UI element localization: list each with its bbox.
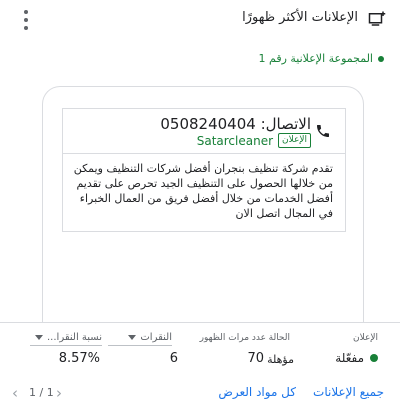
ctr-value: 8.57% — [58, 351, 100, 366]
chevron-left-icon[interactable]: ‹ — [12, 384, 18, 402]
impressions-column-header: عدد مرات الظهور — [199, 333, 266, 343]
phone-icon — [317, 125, 329, 137]
state-column-header: الحالة — [268, 333, 290, 343]
impressions-value: 70 — [247, 351, 264, 366]
ad-group-name: المجموعة الإعلانية رقم 1 — [258, 52, 374, 65]
ad-preview-card[interactable]: الاتصال: 0508240404 الإعلان Satarcleaner… — [62, 108, 346, 232]
ad-display-name: Satarcleaner — [196, 133, 274, 148]
card-title: الإعلانات الأكثر ظهورًا — [242, 10, 358, 25]
ad-description: تقدم شركة تنظيف بنجران أفضل شركات التنظي… — [73, 162, 333, 220]
clicks-metric-dropdown[interactable]: النقرات — [128, 332, 172, 343]
all-ads-link[interactable]: جميع الإعلانات — [313, 385, 384, 399]
card-footer: ‹ 1 / 1 › كل مواد العرض جميع الإعلانات — [0, 376, 400, 413]
clicks-dropdown-underline — [108, 345, 172, 346]
status-dot-icon — [378, 55, 384, 62]
ctr-dropdown-underline — [30, 345, 102, 346]
card-divider — [63, 153, 345, 154]
ctr-metric-dropdown[interactable]: نسبة النقرا... — [35, 332, 102, 343]
state-value: مؤهلة — [267, 353, 294, 366]
clicks-value: 6 — [169, 351, 178, 366]
card-header: الإعلانات الأكثر ظهورًا — [0, 0, 400, 40]
ad-display-line: الإعلان Satarcleaner — [197, 133, 311, 148]
ad-headline: الاتصال: 0508240404 — [160, 115, 311, 133]
clicks-metric-label: النقرات — [140, 332, 172, 343]
ad-status-value: مفعّلة — [335, 351, 364, 365]
ctr-metric-label: نسبة النقرا... — [47, 332, 102, 343]
ad-status-cell: مفعّلة — [335, 351, 378, 365]
ad-badge: الإعلان — [278, 133, 311, 148]
chevron-right-icon[interactable]: › — [56, 384, 62, 402]
ad-group-row[interactable]: المجموعة الإعلانية رقم 1 — [258, 52, 384, 65]
dropdown-arrow-icon — [128, 335, 137, 340]
dropdown-arrow-icon — [35, 335, 43, 340]
more-vert-icon[interactable] — [18, 10, 34, 30]
all-assets-link[interactable]: كل مواد العرض — [218, 385, 296, 399]
enabled-dot-icon — [370, 354, 378, 362]
ad-column-header: الإعلان — [353, 333, 378, 343]
add-to-queue-icon[interactable] — [368, 10, 386, 28]
pagination-text: 1 / 1 — [29, 386, 54, 399]
